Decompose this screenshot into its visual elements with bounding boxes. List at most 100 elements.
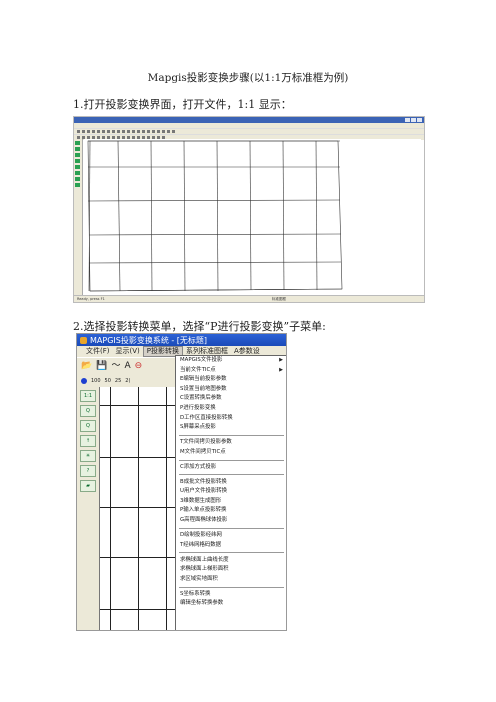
dropdown-menu-item-label: C添加方式投影 (180, 463, 217, 470)
open-icon[interactable]: 📂 (81, 361, 92, 371)
toolbar: 📂 💾 〜 A ⊖ (77, 358, 179, 374)
scale-toolbar: 100 50 25 2( (77, 374, 179, 387)
grid-line (100, 557, 176, 558)
zoom-1-1-button[interactable]: 1:1 (80, 390, 96, 402)
dropdown-menu-item-label: S屏幕采点投影 (180, 424, 216, 431)
text-icon[interactable]: A (124, 361, 130, 371)
dropdown-menu-item-label: B成批文件投影转换 (180, 478, 227, 485)
dropdown-menu-item[interactable]: MAPGIS文件投影 ▶ (176, 356, 286, 366)
grid-frame (87, 140, 343, 292)
dropdown-menu-item-label: S设置当前地图参数 (180, 385, 227, 392)
dropdown-menu-item-label: 求椭球面上梯形面积 (180, 566, 229, 573)
menu-separator (179, 474, 284, 476)
screenshot-projection-window: Ready, press F1 标准图框 (73, 116, 425, 303)
eraser-icon[interactable]: ▰ (80, 480, 96, 492)
scale-25[interactable]: 25 (115, 378, 121, 384)
grid-line (138, 387, 139, 630)
dropdown-menu-item-label: 求区域实地面积 (180, 575, 218, 582)
menu-file[interactable]: 文件(F) (83, 346, 113, 357)
app-title: MAPGIS投影变换系统 - [无标题] (90, 335, 208, 345)
dropdown-menu-item[interactable]: T经纬网格码数据 (176, 541, 286, 551)
dropdown-menu-item[interactable]: C设置转换后参数 (176, 394, 286, 404)
info-icon[interactable]: ? (80, 465, 96, 477)
dropdown-menu-item[interactable]: U用户文件投影转换 (176, 487, 286, 497)
dropdown-menu-item-label: D工作区直接投影转换 (180, 414, 233, 421)
dropdown-menu-item-label: P进行投影变换 (180, 404, 216, 411)
dropdown-menu-item[interactable]: S坐标系转换 (176, 590, 286, 600)
grid-line (100, 609, 176, 610)
dropdown-menu-item-label: C设置转换后参数 (180, 395, 222, 402)
dropdown-menu-item[interactable]: 当前文件TIC点 ▶ (176, 366, 286, 376)
dropdown-menu-item-label: 求椭球面上曲线长度 (180, 556, 229, 563)
step2-text: 2.选择投影转换菜单，选择“P进行投影变换”子菜单: (73, 320, 326, 333)
dropdown-menu-item[interactable]: B成批文件投影转换 (176, 478, 286, 488)
scale-100[interactable]: 100 (91, 378, 101, 384)
status-left: Ready, press F1 (77, 297, 105, 301)
dropdown-menu-item[interactable]: S屏幕采点投影 (176, 423, 286, 433)
dropdown-menu-item-label: 3维数据生成图形 (180, 497, 222, 504)
dropdown-menu-item[interactable]: T文件间拷贝投影参数 (176, 438, 286, 448)
app-titlebar: MAPGIS投影变换系统 - [无标题] (77, 334, 286, 346)
menu-separator (179, 434, 284, 436)
dropdown-menu-item-label: P输入单点投影转换 (180, 507, 227, 514)
dropdown-menu-item[interactable]: S设置当前地图参数 (176, 385, 286, 395)
dropdown-menu-item[interactable]: 求椭球面上曲线长度 (176, 556, 286, 566)
submenu-arrow-icon: ▶ (279, 366, 283, 373)
status-bar: Ready, press F1 标准图框 (74, 295, 424, 302)
dropdown-menu-item-label: MAPGIS文件投影 (180, 357, 223, 363)
step1-text: 1.打开投影变换界面，打开文件，1:1 显示： (73, 98, 292, 111)
left-toolbar: 1:1 Q Q ↑ ✳ ? ▰ (77, 387, 99, 630)
dropdown-menu-item[interactable]: 编辑坐标转换参数 (176, 599, 286, 609)
menu-separator (179, 527, 284, 529)
dropdown-menu-item-label: G高程面椭球体投影 (180, 517, 228, 524)
document-title: Mapgis投影变换步骤(以1:1万标准框为例) (147, 72, 349, 84)
dropdown-menu-item-label: 当前文件TIC点 (180, 366, 216, 373)
dropdown-menu-item[interactable]: M文件间拷贝TIC点 (176, 448, 286, 458)
dropdown-menu-item[interactable]: D绘制投影经纬网 (176, 531, 286, 541)
grid-line (100, 457, 176, 458)
dropdown-menu-item[interactable]: G高程面椭球体投影 (176, 516, 286, 526)
dropdown-menu-item[interactable]: 3维数据生成图形 (176, 497, 286, 507)
dropdown-menu-item[interactable]: 求椭球面上梯形面积 (176, 565, 286, 575)
line-icon[interactable]: 〜 (111, 361, 120, 371)
screenshot-projection-menu: MAPGIS投影变换系统 - [无标题] 文件(F) 显示(V) P投影转换 系… (76, 333, 287, 631)
dropdown-menu-item[interactable]: D工作区直接投影转换 (176, 414, 286, 424)
scale-20[interactable]: 2( (125, 378, 130, 384)
dropdown-menu-item[interactable]: C添加方式投影 (176, 463, 286, 473)
status-mid: 标准图框 (272, 296, 286, 301)
color-dot-icon[interactable] (81, 377, 87, 384)
map-canvas (84, 139, 421, 295)
dropdown-menu-item-label: T文件间拷贝投影参数 (180, 439, 232, 446)
grid-line (100, 405, 176, 406)
dropdown-menu-item[interactable]: P输入单点投影转换 (176, 506, 286, 516)
map-canvas (99, 387, 176, 630)
erase-icon[interactable]: ⊖ (135, 361, 143, 371)
grid-line (166, 387, 167, 630)
grid-line (110, 387, 111, 630)
menu-separator (179, 586, 284, 588)
dropdown-menu-item[interactable]: E编辑当前投影参数 (176, 375, 286, 385)
dropdown-menu-item-label: 编辑坐标转换参数 (180, 600, 224, 607)
dropdown-menu-item-label: E编辑当前投影参数 (180, 376, 227, 383)
zoom-in-icon[interactable]: Q (80, 405, 96, 417)
menu-view[interactable]: 显示(V) (113, 346, 143, 357)
window-controls (405, 118, 422, 122)
save-icon[interactable]: 💾 (96, 361, 107, 371)
dropdown-menu-item-label: D绘制投影经纬网 (180, 532, 222, 538)
dropdown-menu-item-label: M文件间拷贝TIC点 (180, 448, 226, 455)
dropdown-menu-item-label: T经纬网格码数据 (180, 541, 222, 548)
pan-icon[interactable]: ↑ (80, 435, 96, 447)
projection-dropdown-menu: MAPGIS文件投影 ▶ 当前文件TIC点 ▶ E编辑当前投影参数 S设置当前地图参数 C设… (175, 355, 286, 630)
dropdown-menu-item-label: S坐标系转换 (180, 590, 211, 597)
menu-separator (179, 552, 284, 554)
dropdown-menu-item-label: U用户文件投影转换 (180, 488, 228, 495)
menu-separator (179, 459, 284, 461)
scale-50[interactable]: 50 (105, 378, 111, 384)
dropdown-menu-item[interactable]: 求区域实地面积 (176, 575, 286, 585)
left-toolbar (74, 139, 83, 296)
grid-line (100, 507, 176, 508)
submenu-arrow-icon: ▶ (279, 357, 283, 363)
zoom-out-icon[interactable]: Q (80, 420, 96, 432)
dropdown-menu-item[interactable]: P进行投影变换 (176, 404, 286, 414)
refresh-icon[interactable]: ✳ (80, 450, 96, 462)
